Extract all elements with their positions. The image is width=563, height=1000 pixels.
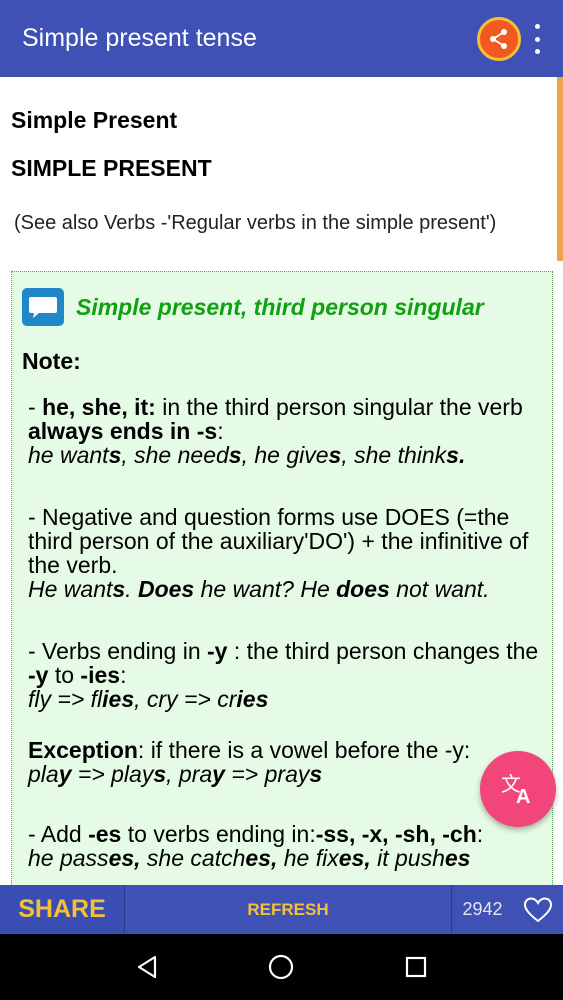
example-line: He wants. Does he want? He does not want… — [28, 576, 490, 602]
rule-negative-question: - Negative and question forms use DOES (… — [28, 504, 529, 602]
system-nav-bar — [0, 934, 563, 1000]
example-segment: ies — [236, 686, 269, 712]
like-count: 2942 — [451, 885, 513, 934]
rule-ending-y: - Verbs ending in -y : the third person … — [28, 638, 539, 712]
example-line: play => plays, pray => prays — [28, 761, 322, 787]
note-box: Simple present, third person singular No… — [11, 271, 553, 885]
example-segment: es, — [245, 845, 278, 871]
bottom-bar: SHARE REFRESH 2942 — [0, 885, 563, 934]
example-line: he wants, she needs, he gives, she think… — [28, 442, 465, 468]
back-icon[interactable] — [127, 947, 167, 987]
rule-exception: Exception: if there is a vowel before th… — [28, 737, 471, 787]
example-segment: he want? He — [194, 576, 337, 602]
example-segment: fly => fl — [28, 686, 103, 712]
example-segment: she catch — [140, 845, 246, 871]
example-segment: he want — [28, 442, 109, 468]
rule-add-es: - Add -es to verbs ending in:-ss, -x, -s… — [28, 821, 484, 871]
example-segment: s. — [446, 442, 466, 468]
example-segment: es, — [108, 845, 141, 871]
share-icon[interactable] — [477, 16, 521, 61]
example-segment: s — [153, 761, 167, 787]
example-segment: Does — [137, 576, 195, 602]
example-segment: y — [58, 761, 72, 787]
translate-button[interactable]: 文 A — [480, 751, 556, 827]
example-segment: => play — [71, 761, 154, 787]
note-label: Note: — [22, 348, 81, 374]
see-also-text: (See also Verbs -'Regular verbs in the s… — [14, 212, 497, 234]
share-button[interactable]: SHARE — [0, 885, 125, 934]
box-header: Simple present, third person singular — [22, 288, 484, 326]
example-segment: pla — [28, 761, 59, 787]
example-segment: he fix — [277, 845, 339, 871]
rule-third-person: - he, she, it: in the third person singu… — [28, 394, 523, 468]
example-segment: He want — [28, 576, 113, 602]
example-segment: , he give — [241, 442, 329, 468]
recents-icon[interactable] — [396, 947, 436, 987]
scrollbar[interactable] — [557, 77, 563, 261]
example-segment: => pray — [224, 761, 310, 787]
example-segment: s — [328, 442, 342, 468]
lesson-subtitle: Simple Present — [11, 107, 178, 133]
example-segment: es, — [338, 845, 371, 871]
example-segment: s — [108, 442, 122, 468]
example-segment: , pra — [166, 761, 213, 787]
example-segment: , she think — [341, 442, 447, 468]
chat-bubble-icon — [22, 288, 64, 326]
lesson-heading: SIMPLE PRESENT — [11, 155, 212, 181]
example-segment: it push — [370, 845, 445, 871]
example-segment: does — [336, 576, 390, 602]
example-segment: not want. — [389, 576, 490, 602]
example-line: he passes, she catches, he fixes, it pus… — [28, 845, 470, 871]
example-segment: y — [212, 761, 225, 787]
example-segment: . — [125, 576, 138, 602]
example-segment: s — [309, 761, 323, 787]
example-segment: he pass — [28, 845, 109, 871]
svg-text:A: A — [516, 786, 530, 808]
example-segment: ies — [102, 686, 135, 712]
app-bar: Simple present tense — [0, 0, 563, 77]
heart-icon[interactable] — [513, 885, 563, 934]
example-segment: es — [444, 845, 471, 871]
example-segment: s — [112, 576, 126, 602]
example-line: fly => flies, cry => cries — [28, 686, 268, 712]
example-segment: , cry => cr — [134, 686, 237, 712]
translate-icon: 文 A — [501, 772, 530, 808]
box-title: Simple present, third person singular — [76, 293, 484, 320]
example-segment: , she need — [121, 442, 229, 468]
example-segment: s — [228, 442, 242, 468]
lesson-content[interactable]: Simple Present SIMPLE PRESENT (See also … — [0, 77, 563, 885]
page-title: Simple present tense — [22, 24, 257, 52]
home-icon[interactable] — [261, 947, 301, 987]
refresh-button[interactable]: REFRESH — [125, 885, 451, 934]
more-vertical-icon[interactable] — [533, 24, 541, 54]
